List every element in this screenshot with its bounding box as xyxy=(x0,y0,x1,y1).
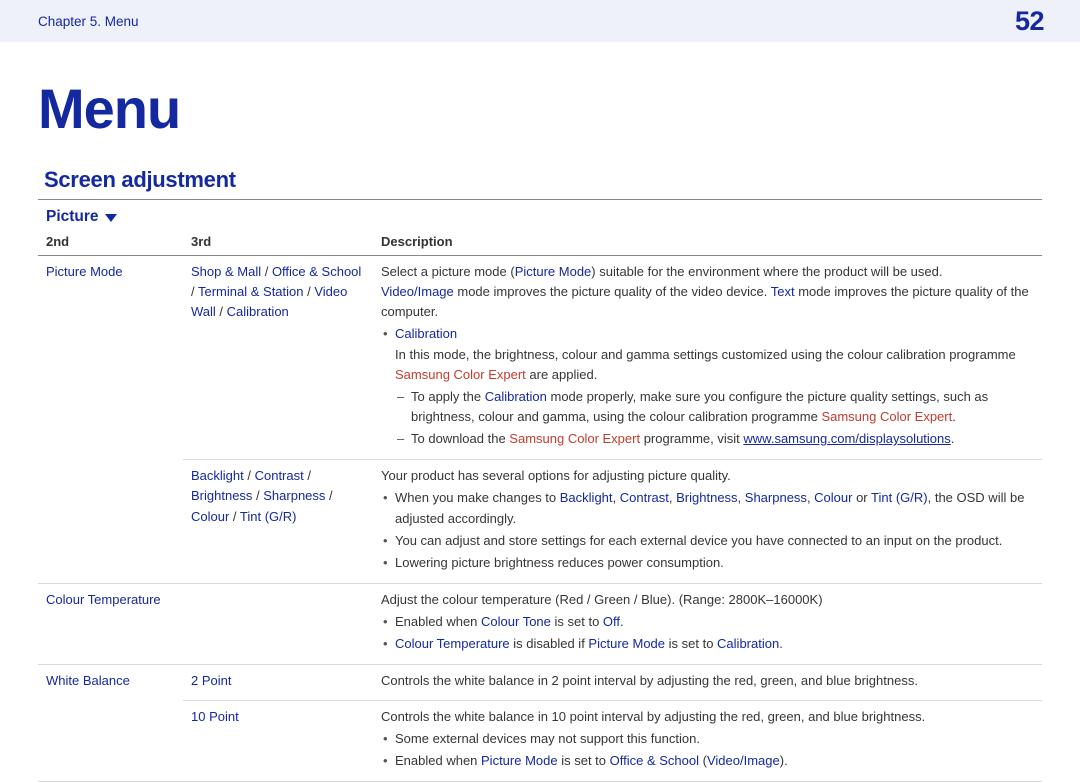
table-header-row: 2nd 3rd Description xyxy=(38,232,1042,256)
cell-description: Controls the white balance in 10 point i… xyxy=(373,700,1042,781)
download-link[interactable]: www.samsung.com/displaysolutions xyxy=(743,431,950,446)
cell-2nd: White Balance xyxy=(38,665,183,782)
cell-description: Select a picture mode (Picture Mode) sui… xyxy=(373,256,1042,460)
page-header: Chapter 5. Menu 52 xyxy=(0,0,1080,42)
chapter-label: Chapter 5. Menu xyxy=(38,14,139,29)
page-number: 52 xyxy=(1015,6,1044,37)
subsection-label: Picture xyxy=(46,208,99,226)
cell-3rd: 10 Point xyxy=(183,700,373,781)
list-item: When you make changes to Backlight, Cont… xyxy=(395,488,1034,528)
subsection-heading: Picture xyxy=(38,208,1042,226)
col-3rd: 3rd xyxy=(183,232,373,256)
table-row: 10 Point Controls the white balance in 1… xyxy=(38,700,1042,781)
page-title: Menu xyxy=(38,76,1042,141)
table-row: Colour Temperature Adjust the colour tem… xyxy=(38,583,1042,664)
col-description: Description xyxy=(373,232,1042,256)
divider xyxy=(38,199,1042,200)
cell-3rd: 2 Point xyxy=(183,665,373,700)
list-item: To download the Samsung Color Expert pro… xyxy=(411,429,1034,449)
opt-terminal-station: Terminal & Station xyxy=(198,284,304,299)
table-row: Backlight / Contrast / Brightness / Shar… xyxy=(38,460,1042,584)
table-row: White Balance 2 Point Controls the white… xyxy=(38,665,1042,700)
settings-table: 2nd 3rd Description Picture Mode Shop & … xyxy=(38,232,1042,782)
cell-3rd: Shop & Mall / Office & School / Terminal… xyxy=(183,256,373,460)
chevron-down-icon xyxy=(105,214,117,222)
cell-description: Controls the white balance in 2 point in… xyxy=(373,665,1042,700)
list-item: Calibration In this mode, the brightness… xyxy=(395,324,1034,449)
opt-calibration: Calibration xyxy=(227,304,289,319)
cell-description: Your product has several options for adj… xyxy=(373,460,1042,584)
table-row: Picture Mode Shop & Mall / Office & Scho… xyxy=(38,256,1042,460)
cell-2nd: Colour Temperature xyxy=(38,583,183,664)
list-item: Enabled when Picture Mode is set to Offi… xyxy=(395,751,1034,771)
list-item: Lowering picture brightness reduces powe… xyxy=(395,553,1034,573)
cell-description: Adjust the colour temperature (Red / Gre… xyxy=(373,583,1042,664)
list-item: Enabled when Colour Tone is set to Off. xyxy=(395,612,1034,632)
cell-2nd: Picture Mode xyxy=(38,256,183,584)
list-item: Some external devices may not support th… xyxy=(395,729,1034,749)
cell-3rd: Backlight / Contrast / Brightness / Shar… xyxy=(183,460,373,584)
col-2nd: 2nd xyxy=(38,232,183,256)
section-heading: Screen adjustment xyxy=(38,167,1042,193)
list-item: You can adjust and store settings for ea… xyxy=(395,531,1034,551)
cell-3rd xyxy=(183,583,373,664)
page-content: Menu Screen adjustment Picture 2nd 3rd D… xyxy=(0,42,1080,782)
list-item: To apply the Calibration mode properly, … xyxy=(411,387,1034,427)
opt-shop-mall: Shop & Mall xyxy=(191,264,261,279)
calibration-heading: Calibration xyxy=(395,326,457,341)
opt-office-school: Office & School xyxy=(272,264,361,279)
list-item: Colour Temperature is disabled if Pictur… xyxy=(395,634,1034,654)
